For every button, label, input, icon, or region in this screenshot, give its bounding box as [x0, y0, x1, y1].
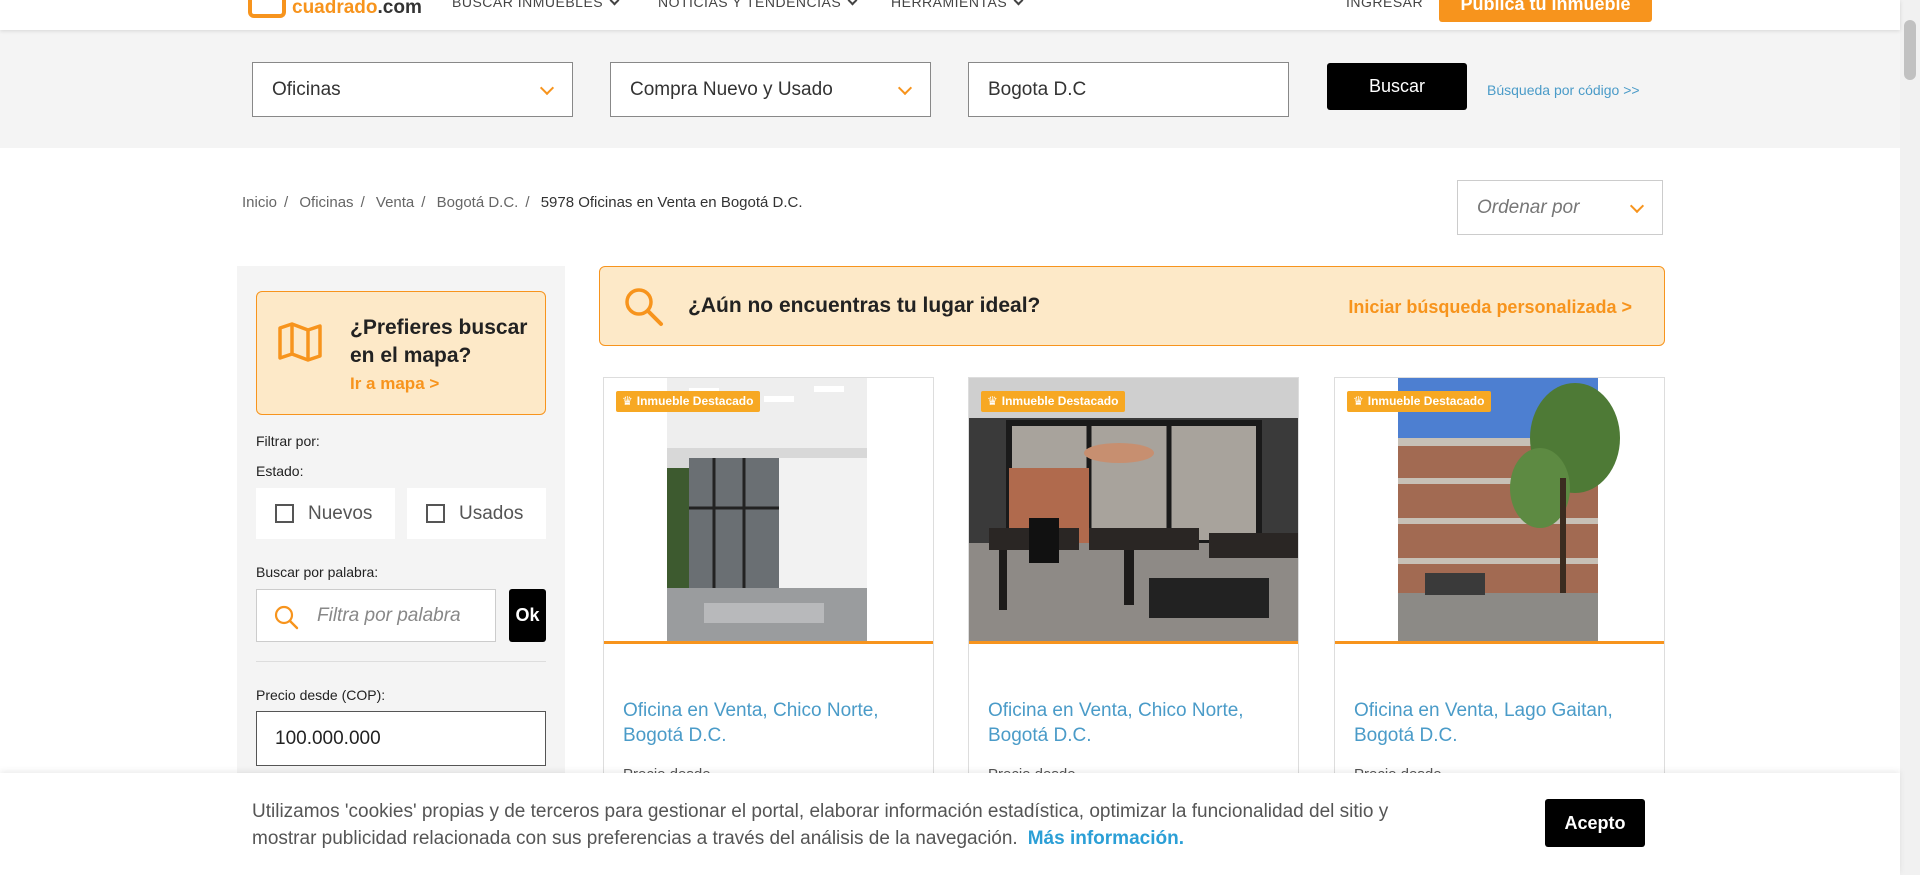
nav-buscar-inmuebles[interactable]: BUSCAR INMUEBLES	[452, 0, 620, 10]
listing-photo[interactable]: ♛ Inmueble Destacado	[604, 378, 933, 644]
crown-icon: ♛	[1353, 394, 1364, 408]
breadcrumb-current: 5978 Oficinas en Venta en Bogotá D.C.	[540, 194, 803, 211]
crown-icon: ♛	[987, 394, 998, 408]
property-type-select[interactable]: Oficinas	[252, 62, 573, 117]
banner-title: ¿Aún no encuentras tu lugar ideal?	[688, 294, 1041, 317]
breadcrumb-inicio[interactable]: Inicio	[242, 194, 277, 211]
state-label: Estado:	[256, 463, 304, 479]
search-bar: Oficinas Compra Nuevo y Usado Bogota D.C…	[0, 30, 1900, 148]
crown-icon: ♛	[622, 394, 633, 408]
chevron-down-icon	[539, 80, 555, 96]
listing-photo[interactable]: ♛ Inmueble Destacado	[969, 378, 1298, 644]
checkbox-usados[interactable]: Usados	[407, 488, 546, 539]
accept-cookies-button[interactable]: Acepto	[1545, 799, 1645, 847]
cookie-consent-banner: Utilizamos 'cookies' propias y de tercer…	[0, 773, 1900, 875]
word-search-input[interactable]: Filtra por palabra	[256, 589, 496, 642]
custom-search-link[interactable]: Iniciar búsqueda personalizada >	[1348, 297, 1632, 318]
breadcrumb-bogota[interactable]: Bogotá D.C.	[437, 194, 519, 211]
search-by-code-link[interactable]: Búsqueda por código >>	[1487, 82, 1640, 98]
listing-card[interactable]: ♛ Inmueble Destacado Oficina en Venta, Ch…	[968, 377, 1299, 797]
map-icon	[278, 322, 322, 362]
listing-photo[interactable]: ♛ Inmueble Destacado	[1335, 378, 1664, 644]
building-photo-image	[1398, 378, 1620, 641]
price-label: Precio desde (COP):	[256, 687, 386, 703]
checkbox-icon	[275, 504, 294, 523]
breadcrumb-venta[interactable]: Venta	[376, 194, 414, 211]
featured-badge: ♛ Inmueble Destacado	[616, 391, 761, 412]
logo-text-main: cuadrado	[292, 0, 378, 18]
listing-card[interactable]: ♛ Inmueble Destacado Oficina en Venta, Ch…	[603, 377, 934, 797]
go-to-map-link[interactable]: Ir a mapa >	[350, 374, 439, 394]
breadcrumb-oficinas[interactable]: Oficinas	[299, 194, 353, 211]
location-input[interactable]: Bogota D.C	[968, 62, 1289, 117]
featured-badge: ♛ Inmueble Destacado	[1347, 391, 1492, 412]
nav-noticias[interactable]: NOTICIAS Y TENDENCIAS	[658, 0, 858, 10]
cookie-text: Utilizamos 'cookies' propias y de tercer…	[252, 801, 1389, 849]
breadcrumb: Inicio / Oficinas / Venta / Bogotá D.C./ 59…	[242, 194, 803, 211]
listing-title-link[interactable]: Oficina en Venta, Lago Gaitan, Bogotá D.…	[1354, 698, 1644, 748]
word-search-ok-button[interactable]: Ok	[509, 589, 546, 642]
page-scrollbar[interactable]	[1900, 0, 1920, 875]
office-photo-image	[969, 378, 1298, 641]
search-icon	[625, 288, 663, 326]
chevron-down-icon	[609, 0, 620, 6]
price-from-input[interactable]: 100.000.000	[256, 711, 546, 766]
listing-card[interactable]: ♛ Inmueble Destacado Oficina en Venta, La…	[1334, 377, 1665, 797]
logo-text-suffix: .com	[377, 0, 422, 18]
publish-property-button[interactable]: Publica tu inmueble	[1439, 0, 1652, 22]
featured-badge: ♛ Inmueble Destacado	[981, 391, 1126, 412]
checkbox-icon	[426, 504, 445, 523]
search-button[interactable]: Buscar	[1327, 63, 1467, 110]
divider	[256, 661, 546, 662]
login-link[interactable]: INGRESAR	[1346, 0, 1423, 10]
sort-select[interactable]: Ordenar por	[1457, 180, 1663, 235]
nav-herramientas[interactable]: HERRAMIENTAS	[891, 0, 1024, 10]
checkbox-nuevos[interactable]: Nuevos	[256, 488, 395, 539]
map-search-box[interactable]: ¿Prefieres buscar en el mapa? Ir a mapa …	[256, 291, 546, 415]
listing-title-link[interactable]: Oficina en Venta, Chico Norte, Bogotá D.…	[988, 698, 1278, 748]
word-search-label: Buscar por palabra:	[256, 564, 379, 580]
filter-label: Filtrar por:	[256, 433, 320, 449]
top-navbar: cuadrado.com BUSCAR INMUEBLES NOTICIAS Y…	[0, 0, 1900, 30]
chevron-down-icon	[847, 0, 858, 6]
operation-select[interactable]: Compra Nuevo y Usado	[610, 62, 931, 117]
more-info-link[interactable]: Más información.	[1028, 828, 1184, 849]
custom-search-banner: ¿Aún no encuentras tu lugar ideal? Inici…	[599, 266, 1665, 346]
listing-title-link[interactable]: Oficina en Venta, Chico Norte, Bogotá D.…	[623, 698, 913, 748]
office-photo-image	[667, 378, 867, 641]
scrollbar-thumb[interactable]	[1904, 20, 1916, 80]
chevron-down-icon	[1013, 0, 1024, 6]
chevron-down-icon	[897, 80, 913, 96]
chevron-down-icon	[1629, 198, 1645, 214]
map-box-title: ¿Prefieres buscar en el mapa?	[350, 316, 528, 367]
search-icon	[274, 605, 299, 630]
logo-mark-icon	[248, 0, 286, 18]
site-logo[interactable]: cuadrado.com	[248, 0, 422, 22]
